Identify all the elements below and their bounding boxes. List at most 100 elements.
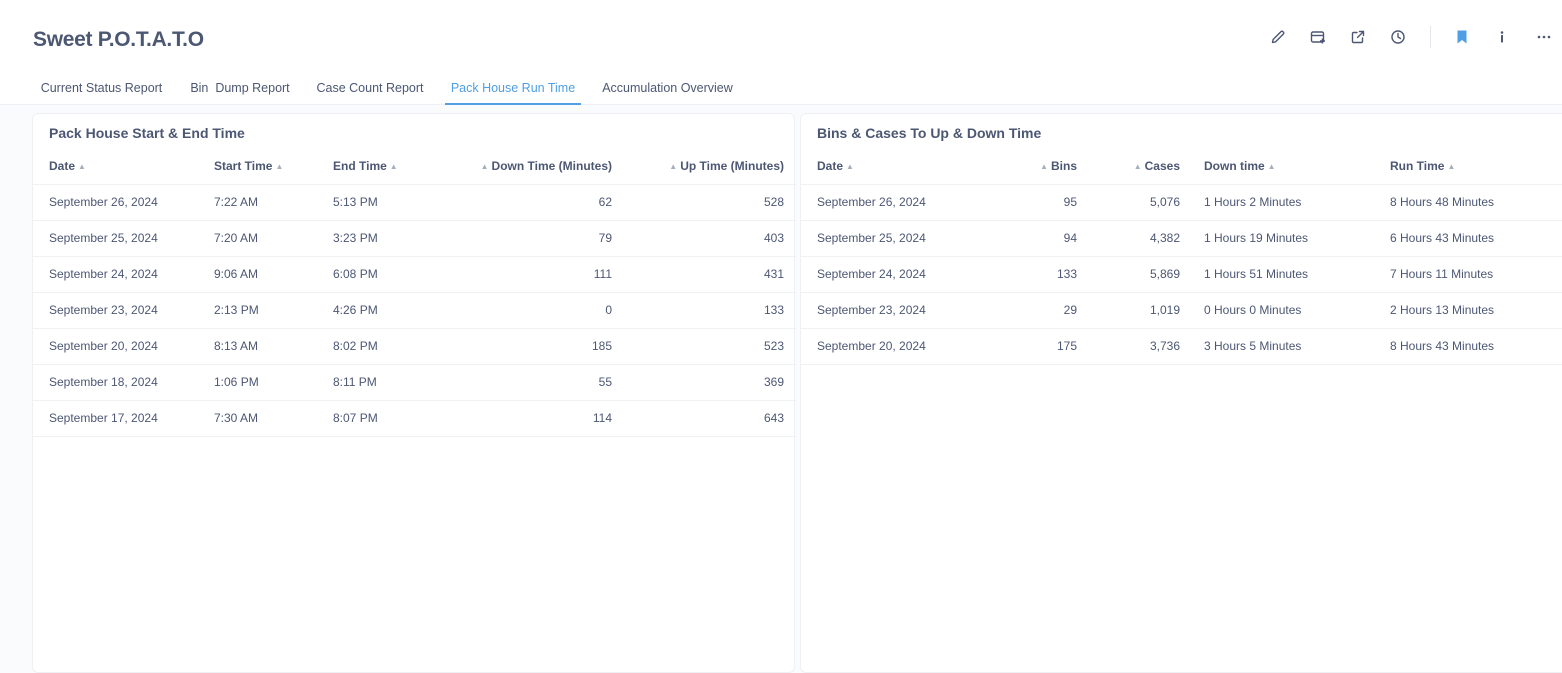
bookmark-icon[interactable] (1449, 24, 1475, 50)
cell-down-time[interactable]: 1 Hours 19 Minutes (1204, 220, 1390, 257)
cell-date[interactable]: September 24, 2024 (817, 256, 997, 293)
cell-start-time[interactable]: 1:06 PM (214, 364, 333, 401)
tab-pack-house-run-time[interactable]: Pack House Run Time (445, 72, 581, 105)
sort-caret-icon: ▲ (669, 161, 678, 171)
cell-cases[interactable]: 3,736 (1077, 328, 1180, 365)
cell-bins[interactable]: 133 (997, 256, 1077, 293)
cell-start-time[interactable]: 9:06 AM (214, 256, 333, 293)
cell-date[interactable]: September 20, 2024 (49, 328, 214, 365)
cell-cases[interactable]: 1,019 (1077, 292, 1180, 329)
cell-down-time[interactable]: 3 Hours 5 Minutes (1204, 328, 1390, 365)
cell-end-time[interactable]: 4:26 PM (333, 292, 433, 329)
pencil-icon[interactable] (1265, 24, 1291, 50)
tab-bin-dump-report[interactable]: Bin Dump Report (182, 72, 298, 105)
sort-caret-icon: ▲ (78, 161, 86, 171)
tab-accumulation-overview[interactable]: Accumulation Overview (592, 72, 743, 105)
table-header-row: Date ▲ Start Time ▲ End Time ▲ ▲ Down Time (… (33, 149, 796, 185)
cell-date[interactable]: September 18, 2024 (49, 364, 214, 401)
cell-bins[interactable]: 95 (997, 184, 1077, 221)
cell-down-time[interactable]: 62 (433, 184, 612, 221)
cell-down-time[interactable]: 114 (433, 400, 612, 437)
cell-up-time[interactable]: 431 (612, 256, 784, 293)
cell-up-time[interactable]: 403 (612, 220, 784, 257)
cell-down-time[interactable]: 111 (433, 256, 612, 293)
column-header-date[interactable]: Date ▲ (49, 149, 214, 185)
cell-run-time[interactable]: 8 Hours 48 Minutes (1390, 184, 1562, 221)
column-header-run-time[interactable]: Run Time ▲ (1390, 149, 1562, 185)
cell-date[interactable]: September 25, 2024 (817, 220, 997, 257)
cell-run-time[interactable]: 2 Hours 13 Minutes (1390, 292, 1562, 329)
cell-date[interactable]: September 20, 2024 (817, 328, 997, 365)
history-icon[interactable] (1385, 24, 1411, 50)
cell-bins[interactable]: 94 (997, 220, 1077, 257)
cell-date[interactable]: September 23, 2024 (817, 292, 997, 329)
cell-date[interactable]: September 26, 2024 (817, 184, 997, 221)
sort-caret-icon: ▲ (480, 161, 489, 171)
cell-start-time[interactable]: 7:22 AM (214, 184, 333, 221)
cell-up-time[interactable]: 523 (612, 328, 784, 365)
cell-cases[interactable]: 5,869 (1077, 256, 1180, 293)
cell-end-time[interactable]: 8:11 PM (333, 364, 433, 401)
pack-house-time-card: Pack House Start & End Time Date ▲ Start … (32, 113, 796, 673)
cell-cases[interactable]: 5,076 (1077, 184, 1180, 221)
cell-down-time[interactable]: 0 (433, 292, 612, 329)
table-row: September 20, 2024 8:13 AM 8:02 PM 185 523 (33, 328, 796, 365)
tab-current-status-report[interactable]: Current Status Report (32, 72, 171, 105)
cell-bins[interactable]: 175 (997, 328, 1077, 365)
cell-start-time[interactable]: 7:20 AM (214, 220, 333, 257)
info-icon[interactable] (1489, 24, 1515, 50)
table-row: September 20, 2024 175 3,736 3 Hours 5 Minu… (801, 328, 1562, 365)
cell-end-time[interactable]: 3:23 PM (333, 220, 433, 257)
more-icon[interactable] (1531, 24, 1557, 50)
cell-start-time[interactable]: 8:13 AM (214, 328, 333, 365)
cell-down-time[interactable]: 55 (433, 364, 612, 401)
app-header: Sweet P.O.T.A.T.O Current Status Report … (0, 0, 1562, 105)
cell-down-time[interactable]: 1 Hours 51 Minutes (1204, 256, 1390, 293)
cell-date[interactable]: September 17, 2024 (49, 400, 214, 437)
tab-case-count-report[interactable]: Case Count Report (309, 72, 431, 105)
column-header-end-time[interactable]: End Time ▲ (333, 149, 433, 185)
table-row: September 26, 2024 7:22 AM 5:13 PM 62 528 (33, 184, 796, 221)
cell-end-time[interactable]: 5:13 PM (333, 184, 433, 221)
cell-up-time[interactable]: 528 (612, 184, 784, 221)
cell-start-time[interactable]: 2:13 PM (214, 292, 333, 329)
cell-up-time[interactable]: 643 (612, 400, 784, 437)
cell-run-time[interactable]: 7 Hours 11 Minutes (1390, 256, 1562, 293)
column-header-date[interactable]: Date ▲ (817, 149, 997, 185)
table-row: September 26, 2024 95 5,076 1 Hours 2 Minut… (801, 184, 1562, 221)
share-icon[interactable] (1345, 24, 1371, 50)
cell-cases[interactable]: 4,382 (1077, 220, 1180, 257)
cell-down-time[interactable]: 1 Hours 2 Minutes (1204, 184, 1390, 221)
cell-down-time[interactable]: 185 (433, 328, 612, 365)
column-header-down-time[interactable]: Down time ▲ (1204, 149, 1390, 185)
cell-down-time[interactable]: 79 (433, 220, 612, 257)
cell-bins[interactable]: 29 (997, 292, 1077, 329)
cell-run-time[interactable]: 8 Hours 43 Minutes (1390, 328, 1562, 365)
cell-date[interactable]: September 25, 2024 (49, 220, 214, 257)
cell-end-time[interactable]: 8:02 PM (333, 328, 433, 365)
sort-caret-icon: ▲ (389, 161, 398, 171)
cell-end-time[interactable]: 6:08 PM (333, 256, 433, 293)
column-header-down-time[interactable]: ▲ Down Time (Minutes) (433, 149, 612, 185)
cell-date[interactable]: September 23, 2024 (49, 292, 214, 329)
cell-up-time[interactable]: 133 (612, 292, 784, 329)
cell-end-time[interactable]: 8:07 PM (333, 400, 433, 437)
column-header-cases[interactable]: ▲ Cases (1077, 149, 1180, 185)
table-row: September 17, 2024 7:30 AM 8:07 PM 114 643 (33, 400, 796, 437)
table-row: September 24, 2024 133 5,869 1 Hours 51 Min… (801, 256, 1562, 293)
column-header-start-time[interactable]: Start Time ▲ (214, 149, 333, 185)
toolbar (0, 24, 1562, 50)
cell-start-time[interactable]: 7:30 AM (214, 400, 333, 437)
column-header-up-time[interactable]: ▲ Up Time (Minutes) (612, 149, 784, 185)
cell-run-time[interactable]: 6 Hours 43 Minutes (1390, 220, 1562, 257)
pack-house-time-table: Date ▲ Start Time ▲ End Time ▲ ▲ Down Time (… (33, 149, 796, 437)
sort-caret-icon: ▲ (275, 161, 284, 171)
cell-date[interactable]: September 24, 2024 (49, 256, 214, 293)
table-row: September 18, 2024 1:06 PM 8:11 PM 55 369 (33, 364, 796, 401)
cell-down-time[interactable]: 0 Hours 0 Minutes (1204, 292, 1390, 329)
cell-date[interactable]: September 26, 2024 (49, 184, 214, 221)
column-header-bins[interactable]: ▲ Bins (997, 149, 1077, 185)
table-row: September 25, 2024 94 4,382 1 Hours 19 Minu… (801, 220, 1562, 257)
add-to-dashboard-icon[interactable] (1305, 24, 1331, 50)
cell-up-time[interactable]: 369 (612, 364, 784, 401)
